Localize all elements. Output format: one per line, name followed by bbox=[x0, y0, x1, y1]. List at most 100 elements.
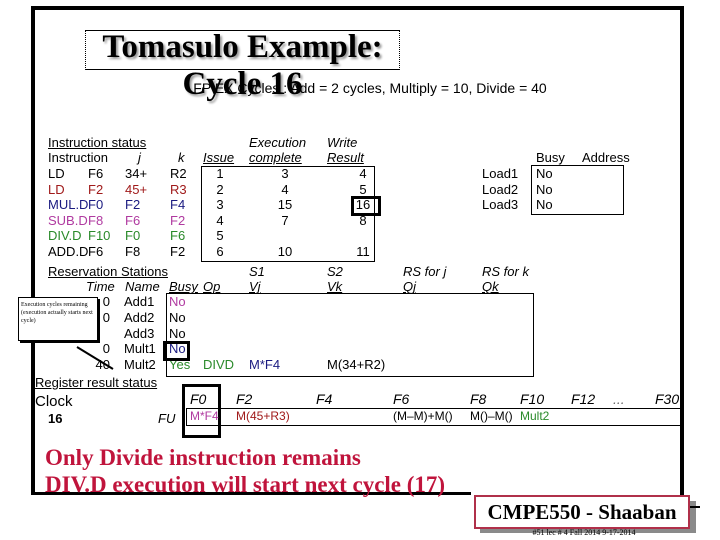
rs-op: DIVD bbox=[203, 357, 235, 373]
register-value: Mult2 bbox=[520, 409, 550, 423]
rs-col-rsk: RS for k bbox=[482, 264, 529, 279]
instr-op: ADD.D bbox=[48, 243, 89, 259]
instr-k: R3 bbox=[170, 181, 187, 197]
highlight-write-16 bbox=[351, 196, 381, 216]
rs-col-time: Time bbox=[86, 279, 115, 294]
register-name: F8 bbox=[470, 391, 487, 407]
instr-dest: F0 bbox=[88, 197, 104, 212]
instruction-status-heading: Instruction status bbox=[48, 135, 147, 150]
col-j: j bbox=[138, 150, 141, 165]
clock-value: 16 bbox=[48, 411, 63, 426]
instr-write: 11 bbox=[356, 243, 370, 259]
callout-note: Execution cycles remaining (execution ac… bbox=[18, 297, 98, 341]
col-issue: Issue bbox=[203, 150, 235, 165]
rs-name: Mult2 bbox=[124, 357, 156, 373]
rs-heading: Reservation Stations bbox=[48, 264, 168, 279]
col-instruction: Instruction bbox=[48, 150, 108, 165]
col-exec-1: Execution bbox=[249, 135, 307, 150]
register-name: F4 bbox=[316, 391, 333, 407]
rs-col-rsj: RS for j bbox=[403, 264, 447, 279]
instr-k: F2 bbox=[170, 243, 186, 259]
col-write-2: Result bbox=[327, 150, 364, 165]
register-value: M*F4 bbox=[190, 409, 219, 423]
col-write-1: Write bbox=[327, 135, 358, 150]
instr-k: F6 bbox=[170, 228, 186, 243]
instr-k: F4 bbox=[170, 197, 186, 212]
instr-j: F2 bbox=[125, 197, 141, 212]
load-col-address: Address bbox=[582, 150, 630, 165]
load-col-busy: Busy bbox=[536, 150, 565, 165]
rs-busy: No bbox=[169, 325, 186, 341]
register-name: F30 bbox=[655, 391, 680, 407]
register-name: F0 bbox=[190, 391, 207, 407]
register-name: F12 bbox=[571, 391, 596, 407]
highlight-mult1 bbox=[163, 341, 190, 361]
instr-dest: F6 bbox=[88, 166, 104, 181]
register-name: F2 bbox=[236, 391, 253, 407]
rs-name: Add2 bbox=[124, 309, 155, 325]
instr-j: F6 bbox=[125, 212, 141, 228]
subtitle: FP EX Cycles : Add = 2 cycles, Multiply … bbox=[193, 80, 547, 96]
rs-busy: No bbox=[169, 294, 186, 309]
instr-dest: F2 bbox=[88, 181, 104, 197]
slide-frame-top bbox=[31, 6, 683, 10]
instr-j: F8 bbox=[125, 243, 141, 259]
instr-k: R2 bbox=[170, 166, 187, 181]
instr-op: MUL.D bbox=[48, 197, 89, 212]
instr-write: 5 bbox=[359, 181, 367, 197]
rs-name: Add1 bbox=[124, 294, 155, 309]
instr-issue: 5 bbox=[216, 228, 224, 243]
instr-issue: 1 bbox=[216, 166, 224, 181]
instr-issue: 6 bbox=[216, 243, 224, 259]
col-k: k bbox=[178, 150, 185, 165]
rs-col-qj: Qj bbox=[403, 279, 416, 294]
instr-issue: 3 bbox=[216, 197, 224, 212]
brand-connector bbox=[690, 506, 700, 508]
col-exec-2: complete bbox=[249, 150, 302, 165]
register-value: (M–M)+M() bbox=[393, 409, 453, 423]
rs-vj: M*F4 bbox=[249, 357, 281, 373]
note-line-1: Only Divide instruction remains bbox=[45, 445, 361, 470]
instr-write: 4 bbox=[359, 166, 367, 181]
register-value: M()–M() bbox=[470, 409, 513, 423]
note-line-2: DIV.D execution will start next cycle (1… bbox=[45, 472, 446, 497]
register-name: F10 bbox=[520, 391, 545, 407]
fu-label: FU bbox=[158, 411, 176, 426]
rs-col-vj: Vj bbox=[249, 279, 261, 294]
instr-op: DIV.D bbox=[48, 228, 82, 243]
instr-issue: 2 bbox=[216, 181, 224, 197]
rs-col-vk: Vk bbox=[327, 279, 343, 294]
instr-exec: 7 bbox=[281, 212, 289, 228]
instr-issue: 4 bbox=[216, 212, 224, 228]
instr-exec: 3 bbox=[281, 166, 289, 181]
clock-label: Clock bbox=[35, 393, 73, 410]
register-status-heading: Register result status bbox=[35, 375, 158, 390]
instr-dest: F6 bbox=[88, 243, 104, 259]
instr-j: F0 bbox=[125, 228, 141, 243]
instr-j: 45+ bbox=[125, 181, 148, 197]
rs-col-qk: Qk bbox=[482, 279, 499, 294]
instr-exec: 10 bbox=[277, 243, 293, 259]
load-busy: No bbox=[536, 197, 553, 212]
rs-col-s1: S1 bbox=[249, 264, 265, 279]
register-value: M(45+R3) bbox=[236, 409, 290, 423]
load-busy: No bbox=[536, 166, 553, 181]
rs-col-s2: S2 bbox=[327, 264, 343, 279]
slide-footer: #51 lec # 4 Fall 2014 9-17-2014 bbox=[532, 528, 636, 537]
instr-dest: F10 bbox=[88, 228, 111, 243]
callout-pointer bbox=[76, 346, 114, 370]
rs-col-op: Op bbox=[203, 279, 221, 294]
instr-j: 34+ bbox=[125, 166, 148, 181]
instr-op: SUB.D bbox=[48, 212, 88, 228]
instr-dest: F8 bbox=[88, 212, 104, 228]
rs-name: Mult1 bbox=[124, 341, 156, 357]
load-name: Load3 bbox=[482, 197, 519, 212]
load-name: Load2 bbox=[482, 181, 519, 197]
instr-exec: 15 bbox=[277, 197, 293, 212]
instr-exec: 4 bbox=[281, 181, 289, 197]
instr-op: LD bbox=[48, 166, 65, 181]
rs-vk: M(34+R2) bbox=[327, 357, 386, 373]
load-name: Load1 bbox=[482, 166, 519, 181]
rs-name: Add3 bbox=[124, 325, 155, 341]
load-busy: No bbox=[536, 181, 553, 197]
